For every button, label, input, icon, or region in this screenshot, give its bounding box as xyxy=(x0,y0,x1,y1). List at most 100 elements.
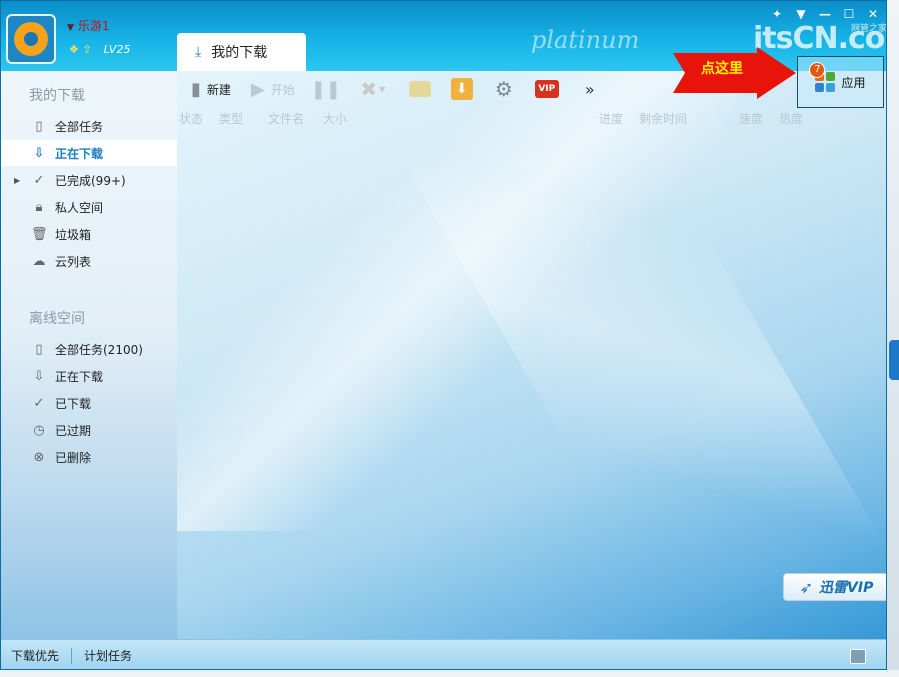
check-icon: ✓ xyxy=(33,172,45,188)
cloud-icon: ☁ xyxy=(32,253,46,269)
sidebar-item-private-space[interactable]: 🔒︎ 私人空间 xyxy=(1,194,177,220)
column-speed[interactable]: 速度 xyxy=(739,110,763,127)
document-icon: ▯ xyxy=(35,118,43,134)
sidebar-item-label: 全部任务(2100) xyxy=(55,342,143,357)
check-icon: ✓ xyxy=(33,395,45,411)
my-downloads-title: 我的下载 xyxy=(29,88,85,104)
sidebar-item-label: 已过期 xyxy=(55,423,92,438)
download-to-button[interactable]: ⬇ xyxy=(450,78,473,100)
tab-my-downloads[interactable]: ⤓ 我的下载 xyxy=(177,33,306,71)
background-bottom xyxy=(0,670,899,677)
lock-icon: 🔒︎ xyxy=(35,199,43,215)
sidebar-item-offline-downloaded[interactable]: ✓ 已下载 xyxy=(1,390,177,416)
column-status[interactable]: 状态 xyxy=(179,110,203,127)
expand-arrow-icon[interactable]: ▶ xyxy=(14,176,20,185)
sidebar-item-label: 正在下载 xyxy=(55,369,104,384)
open-folder-button[interactable] xyxy=(408,81,431,97)
site-logo-sub: 网管之家 xyxy=(851,24,887,34)
pause-button[interactable]: ❚❚ xyxy=(311,78,341,100)
platinum-watermark: platinum xyxy=(531,26,640,54)
start-button[interactable]: ▶ 开始 xyxy=(251,74,295,104)
sidebar-item-cloud-list[interactable]: ☁ 云列表 xyxy=(1,248,177,274)
thunder-vip-button[interactable]: ➶ 迅雷VIP xyxy=(783,573,886,601)
more-button[interactable]: » xyxy=(579,78,601,100)
sidebar-item-offline-deleted[interactable]: ⊗ 已删除 xyxy=(1,444,177,470)
level-badge: LV25 xyxy=(103,43,131,56)
background-window-edge xyxy=(889,340,899,380)
gear-icon: ⚙ xyxy=(494,77,513,101)
offline-space-title: 离线空间 xyxy=(29,311,85,327)
avatar[interactable] xyxy=(6,14,56,64)
chevron-down-icon: ▼ xyxy=(67,23,74,33)
delete-button[interactable]: ✖ ▼ xyxy=(357,77,389,101)
chevron-down-icon: ▼ xyxy=(379,84,386,94)
sidebar-item-label: 正在下载 xyxy=(55,146,104,161)
download-priority-button[interactable]: 下载优先 xyxy=(11,647,59,664)
thunder-bird-icon: ➶ xyxy=(799,577,814,597)
column-headers: 状态 类型 文件名 大小 进度 剩余时间 速度 热度 xyxy=(177,107,886,127)
clock-icon: ◷ xyxy=(33,422,45,438)
new-document-icon: ▮ xyxy=(191,78,201,100)
sidebar-item-offline-all[interactable]: ▯ 全部任务(2100) xyxy=(1,336,177,362)
vip-label: 迅雷VIP xyxy=(819,580,874,596)
apps-label: 应用 xyxy=(841,75,866,90)
sidebar-item-label: 已删除 xyxy=(55,450,92,465)
username-text: 乐游1 xyxy=(77,19,110,33)
sidebar-item-label: 已完成(99+) xyxy=(55,173,126,188)
sidebar-item-downloading[interactable]: ⇩ 正在下载 xyxy=(1,140,177,166)
sidebar-item-trash[interactable]: 🗑︎ 垃圾箱 xyxy=(1,221,177,247)
close-button[interactable]: ✕ xyxy=(866,7,880,21)
start-label: 开始 xyxy=(270,82,295,97)
upgrade-icon: ⇧ xyxy=(82,43,92,56)
delete-circle-icon: ⊗ xyxy=(33,449,45,465)
sidebar-item-offline-downloading[interactable]: ⇩ 正在下载 xyxy=(1,363,177,389)
vip-toolbar-button[interactable]: VIP xyxy=(534,80,559,98)
column-size[interactable]: 大小 xyxy=(323,110,347,127)
column-remaining[interactable]: 剩余时间 xyxy=(639,110,687,127)
column-filename[interactable]: 文件名 xyxy=(268,110,304,127)
skin-icon[interactable]: ✦ xyxy=(770,7,784,21)
sidebar-item-offline-expired[interactable]: ◷ 已过期 xyxy=(1,417,177,443)
menu-icon[interactable]: ▼ xyxy=(794,7,808,21)
sidebar-item-label: 已下载 xyxy=(55,396,92,411)
sidebar-item-label: 云列表 xyxy=(55,254,92,269)
apps-grid-icon: 7 xyxy=(809,62,836,92)
download-arrow-icon: ⇩ xyxy=(33,368,45,384)
download-tray-icon: ⤓ xyxy=(195,44,202,60)
column-heat[interactable]: 热度 xyxy=(779,110,803,127)
window-controls: ✦ ▼ — ☐ ✕ xyxy=(770,7,880,21)
user-badges: ❖ ⇧ LV25 xyxy=(69,43,130,56)
download-list-panel: ▮ 新建 ▶ 开始 ❚❚ ✖ ▼ ⬇ ⚙ VIP » 状态 类型 文件名 大小 进度 … xyxy=(177,71,886,639)
new-task-label: 新建 xyxy=(206,82,231,97)
sidebar-item-label: 全部任务 xyxy=(55,119,104,134)
more-icon: » xyxy=(584,79,595,99)
sidebar: 我的下载 ▯ 全部任务 ⇩ 正在下载 ▶ ✓ 已完成(99+) 🔒︎ 私人空间 🗑︎ 垃圾箱… xyxy=(1,71,177,639)
username[interactable]: ▼ 乐游1 xyxy=(67,17,110,34)
column-type[interactable]: 类型 xyxy=(219,110,243,127)
maximize-button[interactable]: ☐ xyxy=(842,7,856,21)
column-progress[interactable]: 进度 xyxy=(599,110,623,127)
sidebar-item-label: 私人空间 xyxy=(55,200,104,215)
sidebar-item-all-tasks[interactable]: ▯ 全部任务 xyxy=(1,113,177,139)
download-box-icon: ⬇ xyxy=(455,81,468,97)
sidebar-item-label: 垃圾箱 xyxy=(55,227,92,242)
annotation-label: 点这里 xyxy=(701,61,743,77)
minimize-button[interactable]: — xyxy=(818,7,832,21)
background-edge xyxy=(887,0,899,677)
settings-button[interactable]: ⚙ xyxy=(493,77,515,101)
apps-button[interactable]: 7 应用 xyxy=(797,56,884,108)
thunder-logo-icon xyxy=(14,22,48,56)
vip-icon: VIP xyxy=(538,84,556,94)
trash-icon: 🗑︎ xyxy=(31,226,48,242)
sidebar-item-completed[interactable]: ▶ ✓ 已完成(99+) xyxy=(1,167,177,193)
new-task-button[interactable]: ▮ 新建 xyxy=(191,74,231,104)
scheduled-task-button[interactable]: 计划任务 xyxy=(84,647,132,664)
thunder-main-window: ▼乐游1 ❖ ⇧LV25 ⤓我的下载 platinum itsCN.com网管之… xyxy=(0,0,887,670)
tab-label: 我的下载 xyxy=(211,45,268,61)
status-bar: 下载优先 计划任务 xyxy=(1,639,886,669)
download-arrow-icon: ⇩ xyxy=(33,145,45,161)
stats-chart-icon[interactable] xyxy=(850,649,866,664)
delete-x-icon: ✖ xyxy=(360,77,378,101)
medal-icon: ❖ xyxy=(69,43,79,56)
document-icon: ▯ xyxy=(35,341,43,357)
